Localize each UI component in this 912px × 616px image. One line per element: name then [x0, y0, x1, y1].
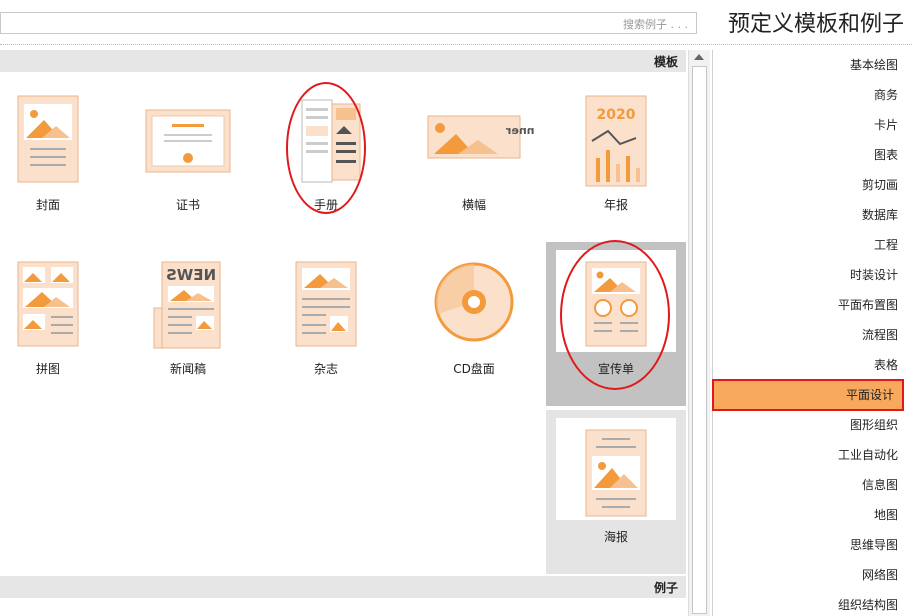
- category-item[interactable]: 网络图: [862, 560, 898, 590]
- template-banner[interactable]: Banner 横幅: [404, 78, 544, 242]
- search-input[interactable]: 搜索例子 . . .: [0, 12, 697, 34]
- category-item[interactable]: 表格: [874, 350, 898, 380]
- dialog-title: 预定义模板和例子: [727, 12, 904, 37]
- category-list: 基本绘图 商务 卡片 图表 剪切画 数据库 工程 时装设计 平面布置图 流程图 …: [712, 50, 906, 616]
- category-item[interactable]: 剪切画: [862, 170, 898, 200]
- category-item[interactable]: 工程: [874, 230, 898, 260]
- brochure-icon: [301, 99, 361, 183]
- category-item-label: 平面设计: [845, 388, 894, 402]
- template-cover[interactable]: 封面: [0, 78, 118, 242]
- category-item[interactable]: 图表: [874, 140, 898, 170]
- section-label: 模板: [653, 55, 678, 69]
- template-newsletter[interactable]: NEWS 新闻稿: [118, 242, 258, 406]
- section-header-examples: 例子: [0, 576, 686, 598]
- magazine-icon: [295, 261, 357, 347]
- template-label: 横幅: [461, 198, 486, 212]
- annual-report-icon: 2020: [585, 95, 647, 187]
- news-text: NEWS: [166, 266, 216, 284]
- template-label: 手册: [313, 198, 338, 212]
- category-item[interactable]: 流程图: [862, 320, 898, 350]
- template-label: 海报: [603, 530, 628, 544]
- newsletter-icon: NEWS: [153, 261, 221, 349]
- category-item[interactable]: 卡片: [874, 110, 898, 140]
- template-flyer[interactable]: 宣传单: [546, 242, 686, 406]
- banner-text: Banner: [505, 124, 534, 137]
- template-poster[interactable]: 海报: [546, 410, 686, 574]
- template-label: 杂志: [313, 362, 338, 376]
- category-item-selected[interactable]: 平面设计: [712, 379, 904, 411]
- template-magazine[interactable]: 杂志: [256, 242, 396, 406]
- template-label: 年报: [603, 198, 628, 212]
- template-label: 封面: [35, 198, 60, 212]
- category-item[interactable]: 基本绘图: [850, 50, 898, 80]
- category-item[interactable]: 平面布置图: [838, 290, 898, 320]
- header-divider: [0, 44, 912, 45]
- category-item[interactable]: 图形组织: [850, 410, 898, 440]
- certificate-icon: [145, 109, 231, 173]
- template-certificate[interactable]: 证书: [118, 78, 258, 242]
- collage-icon: [17, 261, 79, 347]
- template-label: 新闻稿: [169, 362, 206, 376]
- category-item[interactable]: 思维导图: [850, 530, 898, 560]
- template-brochure[interactable]: 手册: [256, 78, 396, 242]
- template-label: 拼图: [35, 362, 60, 376]
- scrollbar[interactable]: [688, 50, 710, 616]
- banner-icon: Banner: [427, 115, 534, 159]
- template-label: 证书: [175, 198, 200, 212]
- section-header-templates: 模板: [0, 50, 686, 72]
- cd-icon: [434, 262, 514, 342]
- flyer-icon: [585, 261, 647, 347]
- poster-icon: [585, 429, 647, 517]
- template-collage[interactable]: 拼图: [0, 242, 118, 406]
- annual-year: 2020: [597, 107, 636, 123]
- scroll-up-icon[interactable]: [694, 54, 704, 60]
- cover-icon: [17, 95, 79, 183]
- category-item[interactable]: 数据库: [862, 200, 898, 230]
- category-item[interactable]: 商务: [874, 80, 898, 110]
- category-item[interactable]: 组织结构图: [838, 590, 898, 616]
- template-label: 宣传单: [597, 362, 634, 376]
- category-item[interactable]: 时装设计: [850, 260, 898, 290]
- template-cd[interactable]: CD盘面: [404, 242, 544, 406]
- section-label: 例子: [653, 581, 678, 595]
- scroll-thumb[interactable]: [692, 66, 707, 614]
- template-annual-report[interactable]: 2020 年报: [546, 78, 686, 242]
- search-placeholder: 搜索例子 . . .: [623, 18, 688, 31]
- template-label: CD盘面: [453, 362, 495, 376]
- category-item[interactable]: 信息图: [862, 470, 898, 500]
- category-item[interactable]: 工业自动化: [838, 440, 898, 470]
- category-item[interactable]: 地图: [874, 500, 898, 530]
